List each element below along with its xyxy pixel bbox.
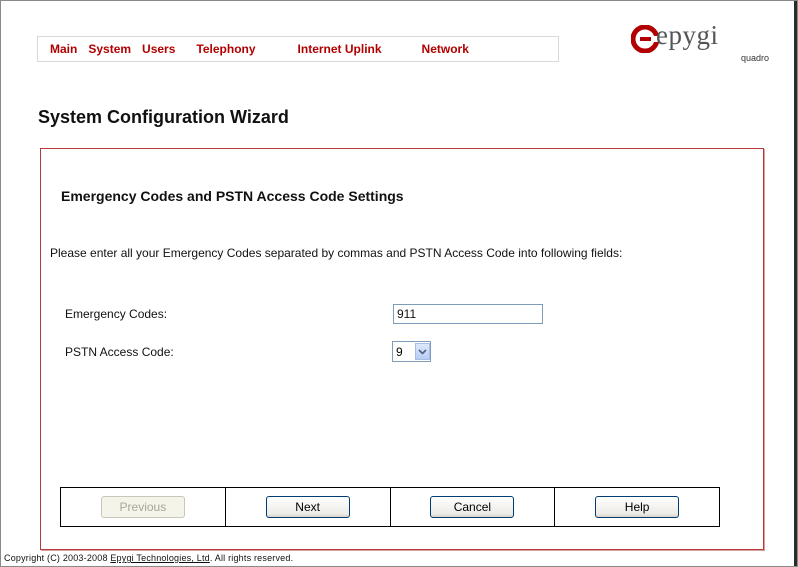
- footer-copyright: Copyright (C) 2003-2008 Epygi Technologi…: [4, 553, 293, 563]
- wizard-button-bar: Previous Next Cancel Help: [60, 487, 720, 527]
- help-button[interactable]: Help: [595, 496, 680, 518]
- pstn-access-code-select[interactable]: 9: [392, 341, 431, 362]
- wizard-panel: Emergency Codes and PSTN Access Code Set…: [40, 148, 764, 550]
- nav-network[interactable]: Network: [422, 42, 469, 56]
- emergency-codes-input[interactable]: [393, 304, 543, 324]
- nav-main[interactable]: Main: [50, 42, 77, 56]
- window-border: [794, 1, 797, 566]
- footer-company-link[interactable]: Epygi Technologies, Ltd: [110, 553, 210, 563]
- cancel-cell: Cancel: [391, 488, 556, 526]
- footer-suffix: . All rights reserved.: [209, 553, 294, 563]
- logo-brand: epygi: [656, 20, 719, 50]
- pstn-access-code-label: PSTN Access Code:: [65, 345, 174, 359]
- next-button[interactable]: Next: [265, 496, 350, 518]
- previous-button[interactable]: Previous: [100, 496, 185, 518]
- page-frame: Main System Users Telephony Internet Upl…: [0, 0, 798, 567]
- instructions-text: Please enter all your Emergency Codes se…: [50, 246, 623, 260]
- section-heading: Emergency Codes and PSTN Access Code Set…: [61, 188, 404, 204]
- nav-users[interactable]: Users: [142, 42, 175, 56]
- top-nav: Main System Users Telephony Internet Upl…: [37, 36, 559, 62]
- cancel-button[interactable]: Cancel: [430, 496, 515, 518]
- footer-prefix: Copyright (C) 2003-2008: [4, 553, 111, 563]
- logo-model: quadro: [741, 53, 770, 63]
- pstn-access-code-value: 9: [396, 344, 403, 359]
- chevron-down-icon[interactable]: [415, 343, 430, 360]
- next-cell: Next: [226, 488, 391, 526]
- nav-internet-uplink[interactable]: Internet Uplink: [298, 42, 382, 56]
- nav-telephony[interactable]: Telephony: [196, 42, 255, 56]
- previous-cell: Previous: [61, 488, 226, 526]
- page-title: System Configuration Wizard: [38, 107, 289, 127]
- emergency-codes-label: Emergency Codes:: [65, 307, 168, 321]
- epygi-logo: epygi quadro: [631, 20, 771, 92]
- help-cell: Help: [555, 488, 719, 526]
- nav-system[interactable]: System: [88, 42, 131, 56]
